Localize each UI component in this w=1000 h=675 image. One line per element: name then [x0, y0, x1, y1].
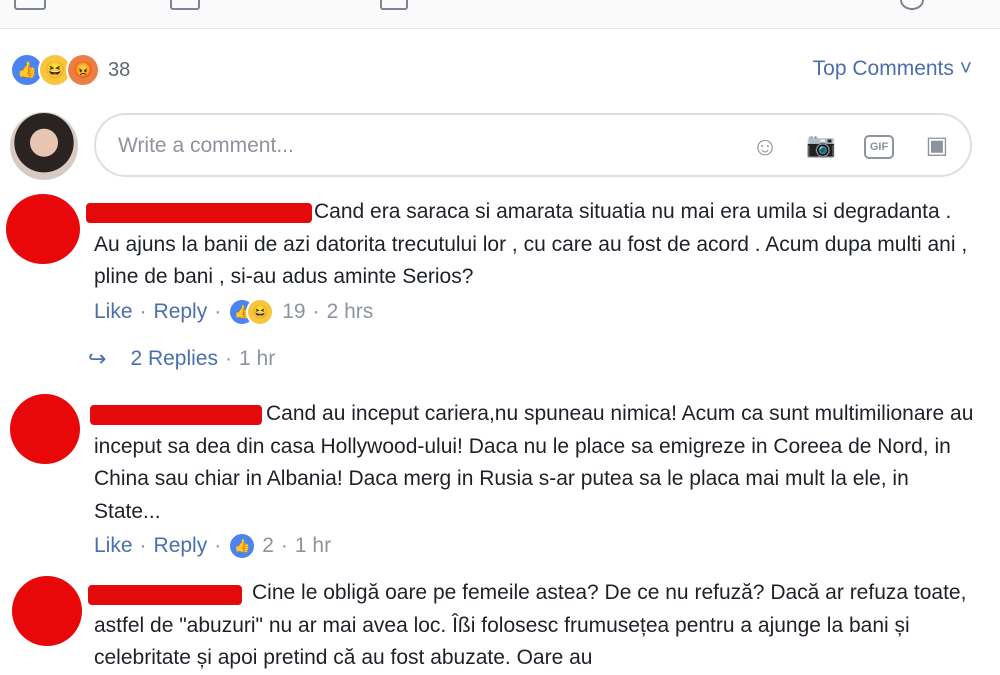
action-toolbar: [0, 0, 1000, 29]
comment-input[interactable]: Write a comment...: [118, 134, 294, 158]
emoji-icon[interactable]: ☺: [750, 131, 780, 161]
reply-arrow-icon: ↪: [88, 346, 107, 371]
reactions-summary[interactable]: 👍 😆 😡 38: [10, 50, 130, 90]
comment-reaction-count[interactable]: 2: [262, 534, 274, 558]
like-link[interactable]: Like: [94, 534, 133, 558]
current-user-avatar[interactable]: [10, 112, 78, 180]
commenter-avatar[interactable]: [12, 576, 82, 646]
comment-timestamp[interactable]: 1 hr: [295, 534, 331, 558]
like-icon: 👍: [228, 532, 257, 560]
comment-action-icon[interactable]: [170, 0, 200, 10]
sticker-icon[interactable]: ▣: [922, 131, 952, 161]
replies-timestamp: 1 hr: [239, 347, 276, 370]
profile-selector-icon[interactable]: [900, 0, 924, 10]
reply-link[interactable]: Reply: [154, 534, 208, 558]
like-action-icon[interactable]: [14, 0, 46, 10]
comment-text: Cand au inceput cariera,nu spuneau nimic…: [94, 402, 974, 523]
comment-composer[interactable]: Write a comment... ☺ 📷 GIF ▣: [94, 113, 972, 177]
commenter-avatar[interactable]: [10, 394, 80, 464]
like-link[interactable]: Like: [94, 300, 133, 324]
angry-icon: 😡: [66, 53, 100, 87]
camera-icon[interactable]: 📷: [806, 131, 836, 161]
comment-sort-dropdown[interactable]: Top Comments ˅: [813, 57, 972, 81]
haha-icon: 😆: [246, 298, 275, 326]
comment-text: Cine le obligă oare pe femeile astea? De…: [94, 581, 967, 669]
comment-actions: Like · Reply · 👍 2 · 1 hr: [94, 532, 331, 560]
comment-timestamp[interactable]: 2 hrs: [327, 300, 374, 324]
replies-count[interactable]: 2 Replies: [130, 347, 218, 371]
comment-text: Cand era saraca si amarata situatia nu m…: [94, 200, 968, 288]
comment-reaction-count[interactable]: 19: [282, 300, 305, 324]
reaction-count: 38: [108, 58, 131, 81]
commenter-avatar[interactable]: [6, 194, 80, 264]
comment-actions: Like · Reply · 👍 😆 19 · 2 hrs: [94, 298, 373, 326]
gif-icon[interactable]: GIF: [864, 135, 894, 159]
view-replies-link[interactable]: ↪ 2 Replies · 1 hr: [88, 346, 275, 372]
share-action-icon[interactable]: [380, 0, 408, 10]
reply-link[interactable]: Reply: [154, 300, 208, 324]
